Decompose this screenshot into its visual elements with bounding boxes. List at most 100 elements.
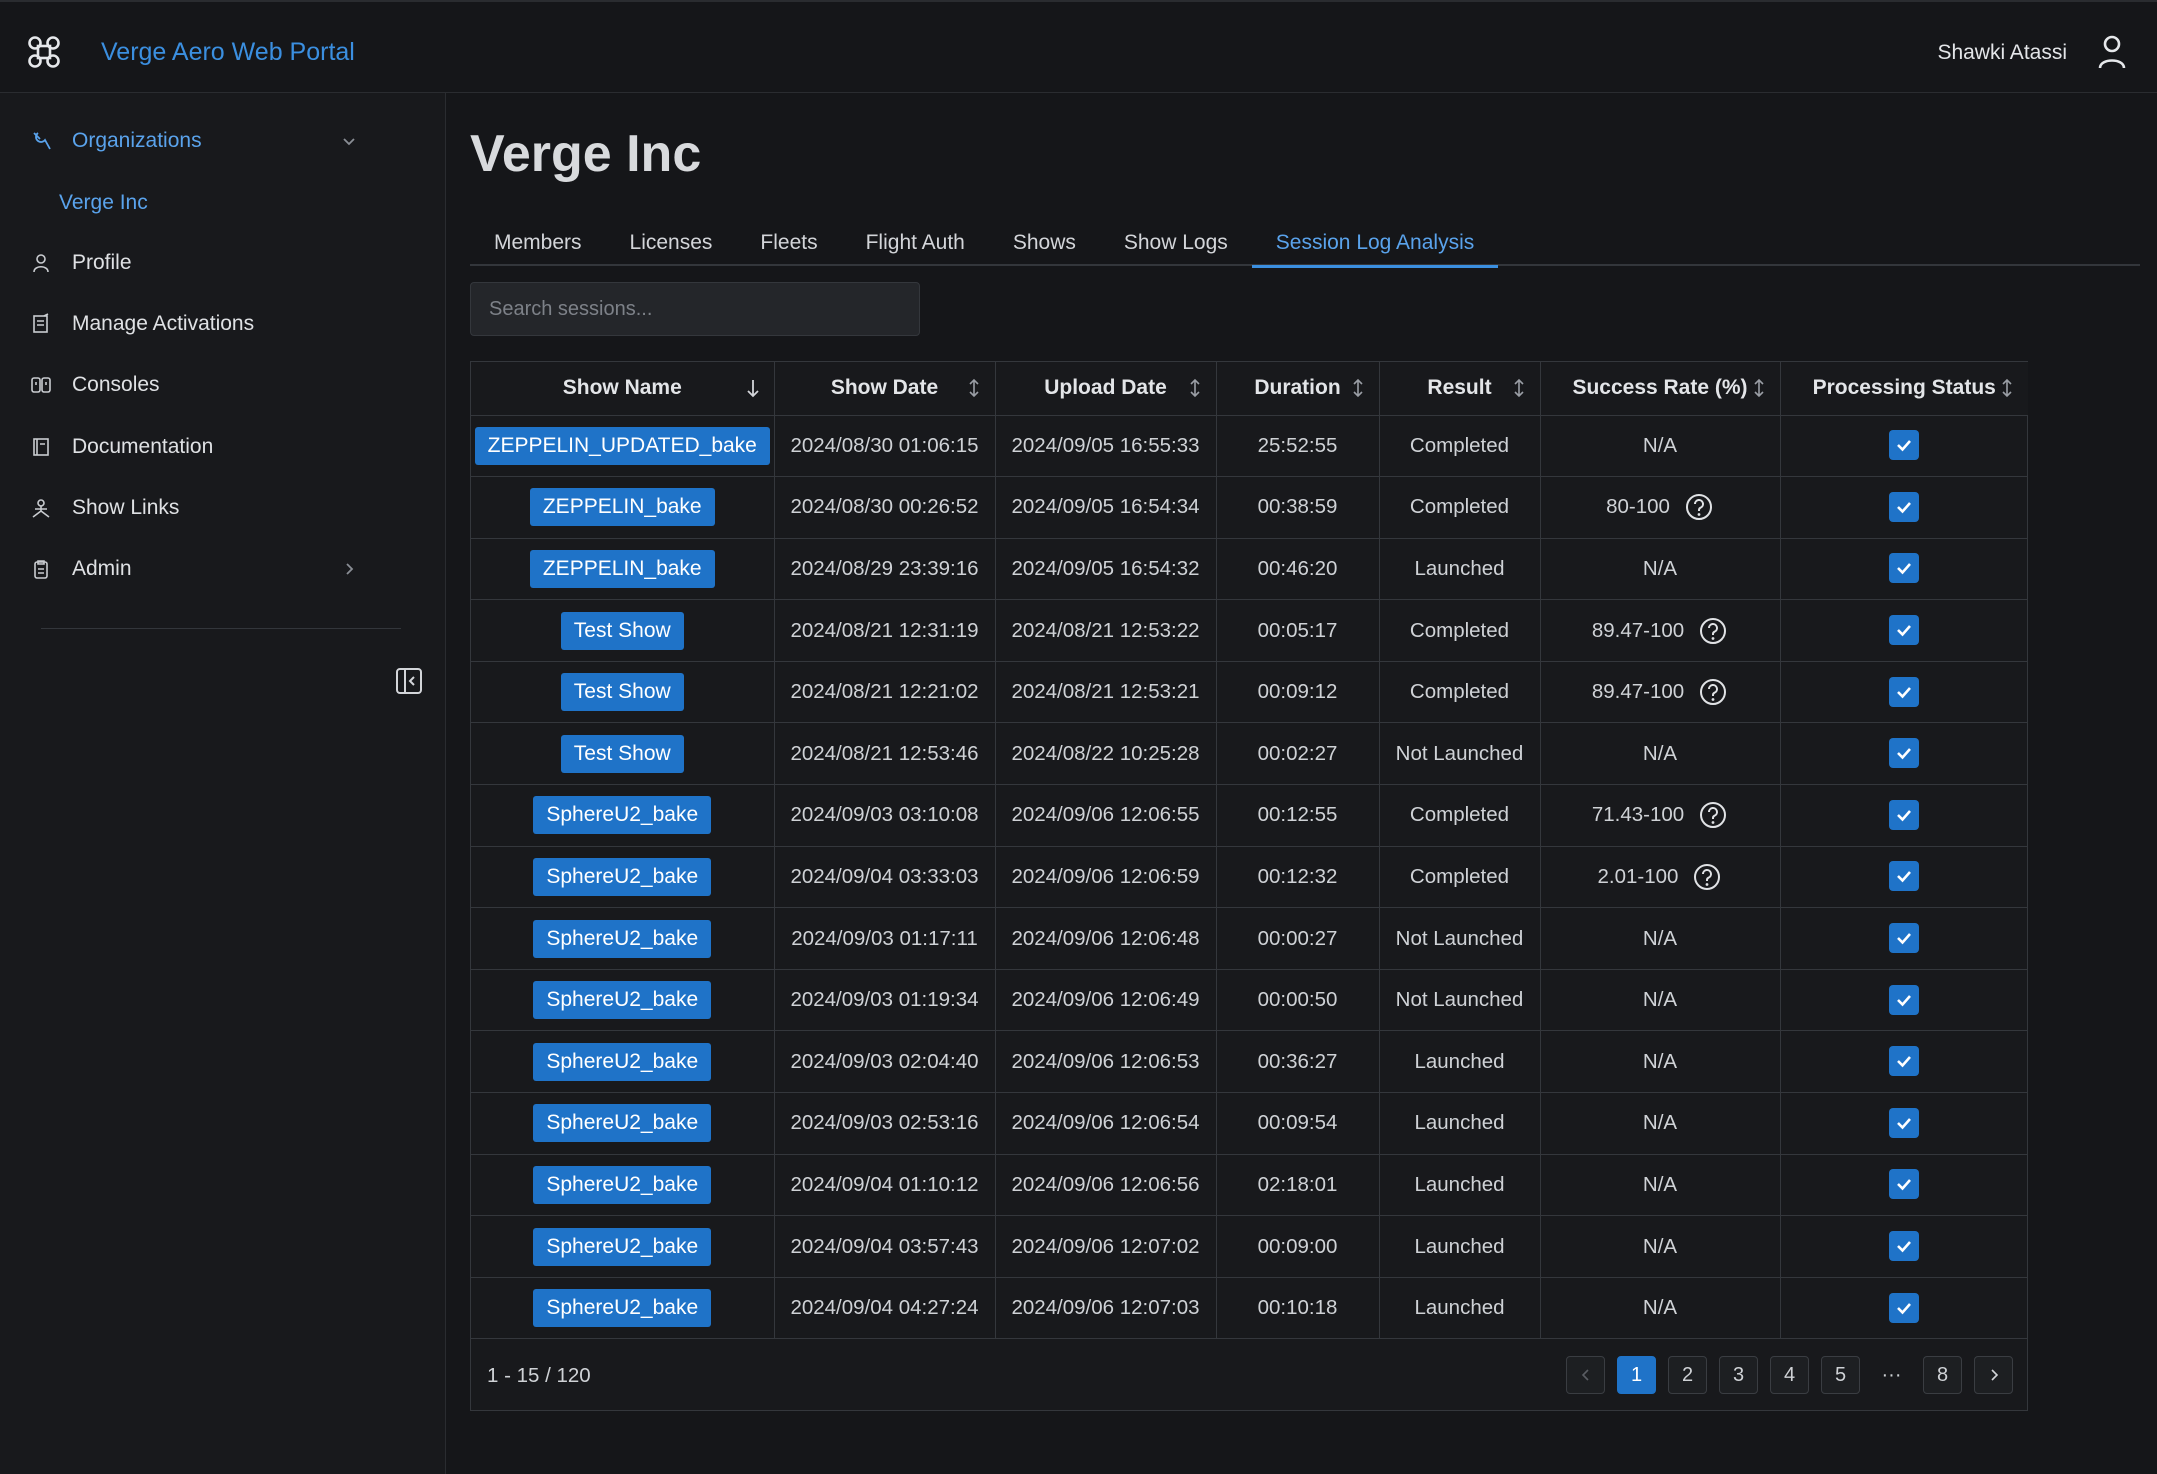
collapse-sidebar-icon[interactable] (394, 666, 424, 696)
processing-status-checkbox[interactable] (1889, 1169, 1920, 1200)
processing-status-checkbox[interactable] (1889, 923, 1920, 954)
tab-bar: Members Licenses Fleets Flight Auth Show… (470, 220, 2140, 268)
sort-icon[interactable] (2000, 377, 2014, 399)
show-name-button[interactable]: SphereU2_bake (533, 981, 712, 1020)
show-name-button[interactable]: Test Show (560, 611, 684, 650)
cell-duration: 00:46:20 (1216, 538, 1380, 601)
tab-licenses[interactable]: Licenses (606, 220, 737, 266)
processing-status-checkbox[interactable] (1889, 491, 1920, 522)
page-button-8[interactable]: 8 (1923, 1356, 1962, 1394)
tab-shows[interactable]: Shows (989, 220, 1100, 266)
app-logo-icon[interactable] (26, 34, 62, 70)
column-header-processing-status[interactable]: Processing Status (1780, 362, 2028, 416)
cell-show-date: 2024/09/03 01:17:11 (774, 907, 996, 970)
cell-show-date: 2024/09/04 04:27:24 (774, 1277, 996, 1340)
column-header-duration[interactable]: Duration (1216, 362, 1380, 416)
show-name-button[interactable]: ZEPPELIN_bake (529, 549, 715, 588)
cell-processing-status (1780, 1030, 2028, 1094)
sidebar-item-verge-inc[interactable]: Verge Inc (59, 191, 148, 215)
show-name-button[interactable]: SphereU2_bake (533, 1042, 712, 1081)
sidebar-item-consoles[interactable]: Consoles (30, 365, 360, 405)
cell-processing-status (1780, 722, 2028, 786)
sort-icon[interactable] (1752, 377, 1766, 399)
page-button-5[interactable]: 5 (1821, 1356, 1860, 1394)
prev-page-button[interactable] (1566, 1356, 1605, 1394)
page-button-3[interactable]: 3 (1719, 1356, 1758, 1394)
wrench-icon (30, 130, 52, 152)
user-name[interactable]: Shawki Atassi (1937, 41, 2067, 65)
show-name-button[interactable]: Test Show (560, 734, 684, 773)
show-name-button[interactable]: SphereU2_bake (533, 796, 712, 835)
processing-status-checkbox[interactable] (1889, 1231, 1920, 1262)
tab-show-logs[interactable]: Show Logs (1100, 220, 1252, 266)
processing-status-checkbox[interactable] (1889, 984, 1920, 1015)
cell-show-date: 2024/09/03 01:19:34 (774, 969, 996, 1032)
sort-icon[interactable] (1351, 377, 1365, 399)
cell-result: Launched (1379, 1154, 1541, 1217)
processing-status-checkbox[interactable] (1889, 615, 1920, 646)
chevron-right-icon (1990, 1369, 1998, 1381)
processing-status-checkbox[interactable] (1889, 799, 1920, 830)
checkmark-icon (1897, 625, 1912, 637)
processing-status-checkbox[interactable] (1889, 553, 1920, 584)
page-button-4[interactable]: 4 (1770, 1356, 1809, 1394)
help-circle-icon[interactable] (1684, 492, 1714, 522)
help-circle-icon[interactable] (1698, 800, 1728, 830)
tab-fleets[interactable]: Fleets (736, 220, 841, 266)
show-name-button[interactable]: ZEPPELIN_bake (529, 488, 715, 527)
help-circle-icon[interactable] (1692, 862, 1722, 892)
column-header-upload-date[interactable]: Upload Date (995, 362, 1217, 416)
show-name-button[interactable]: SphereU2_bake (533, 1227, 712, 1266)
sort-icon[interactable] (1188, 377, 1202, 399)
column-header-result[interactable]: Result (1379, 362, 1541, 416)
chevron-right-icon[interactable] (338, 558, 360, 580)
sort-icon[interactable] (967, 377, 981, 399)
page-button-2[interactable]: 2 (1668, 1356, 1707, 1394)
processing-status-checkbox[interactable] (1889, 738, 1920, 769)
cell-duration: 00:05:17 (1216, 599, 1380, 662)
success-rate: 89.47-100 (1592, 677, 1728, 707)
success-rate-value: N/A (1642, 433, 1678, 457)
success-rate-value: N/A (1642, 1234, 1678, 1258)
tab-session-log-analysis[interactable]: Session Log Analysis (1251, 220, 1499, 268)
sort-desc-icon[interactable] (746, 377, 760, 399)
page-button-1[interactable]: 1 (1617, 1356, 1656, 1394)
tab-flight-auth[interactable]: Flight Auth (842, 220, 989, 266)
sort-icon[interactable] (1512, 377, 1526, 399)
column-header-show-name[interactable]: Show Name (471, 362, 775, 416)
processing-status-checkbox[interactable] (1889, 1107, 1920, 1138)
sidebar-item-label: Organizations (72, 129, 202, 152)
user-account-icon[interactable] (2097, 34, 2127, 70)
tab-members[interactable]: Members (470, 220, 606, 266)
show-name-button[interactable]: SphereU2_bake (533, 1289, 712, 1328)
show-name-button[interactable]: SphereU2_bake (533, 1165, 712, 1204)
show-name-button[interactable]: SphereU2_bake (533, 1104, 712, 1143)
processing-status-checkbox[interactable] (1889, 861, 1920, 892)
column-header-show-date[interactable]: Show Date (774, 362, 996, 416)
sidebar-item-organizations[interactable]: Organizations (30, 121, 360, 161)
chevron-down-icon[interactable] (338, 130, 360, 152)
help-circle-icon[interactable] (1698, 616, 1728, 646)
sidebar-item-profile[interactable]: Profile (30, 243, 360, 283)
table-row: ZEPPELIN_bake 2024/08/29 23:39:16 2024/09/… (471, 538, 2028, 601)
cell-show-name: SphereU2_bake (471, 1030, 775, 1094)
cell-show-name: SphereU2_bake (471, 969, 775, 1032)
next-page-button[interactable] (1974, 1356, 2013, 1394)
show-name-button[interactable]: Test Show (560, 673, 684, 712)
processing-status-checkbox[interactable] (1889, 1046, 1920, 1077)
help-circle-icon[interactable] (1698, 677, 1728, 707)
sidebar-item-documentation[interactable]: Documentation (30, 427, 360, 467)
column-header-success-rate[interactable]: Success Rate (%) (1540, 362, 1781, 416)
app-title[interactable]: Verge Aero Web Portal (101, 38, 355, 67)
show-name-button[interactable]: SphereU2_bake (533, 919, 712, 958)
processing-status-checkbox[interactable] (1889, 676, 1920, 707)
show-name-button[interactable]: SphereU2_bake (533, 857, 712, 896)
search-input[interactable] (470, 282, 920, 336)
sidebar-item-admin[interactable]: Admin (30, 549, 360, 589)
processing-status-checkbox[interactable] (1889, 430, 1920, 461)
show-name-button[interactable]: ZEPPELIN_UPDATED_bake (474, 426, 770, 465)
sidebar-item-show-links[interactable]: Show Links (30, 488, 360, 528)
processing-status-checkbox[interactable] (1889, 1292, 1920, 1323)
sidebar-item-manage-activations[interactable]: Manage Activations (30, 304, 360, 344)
cell-show-name: Test Show (471, 599, 775, 662)
